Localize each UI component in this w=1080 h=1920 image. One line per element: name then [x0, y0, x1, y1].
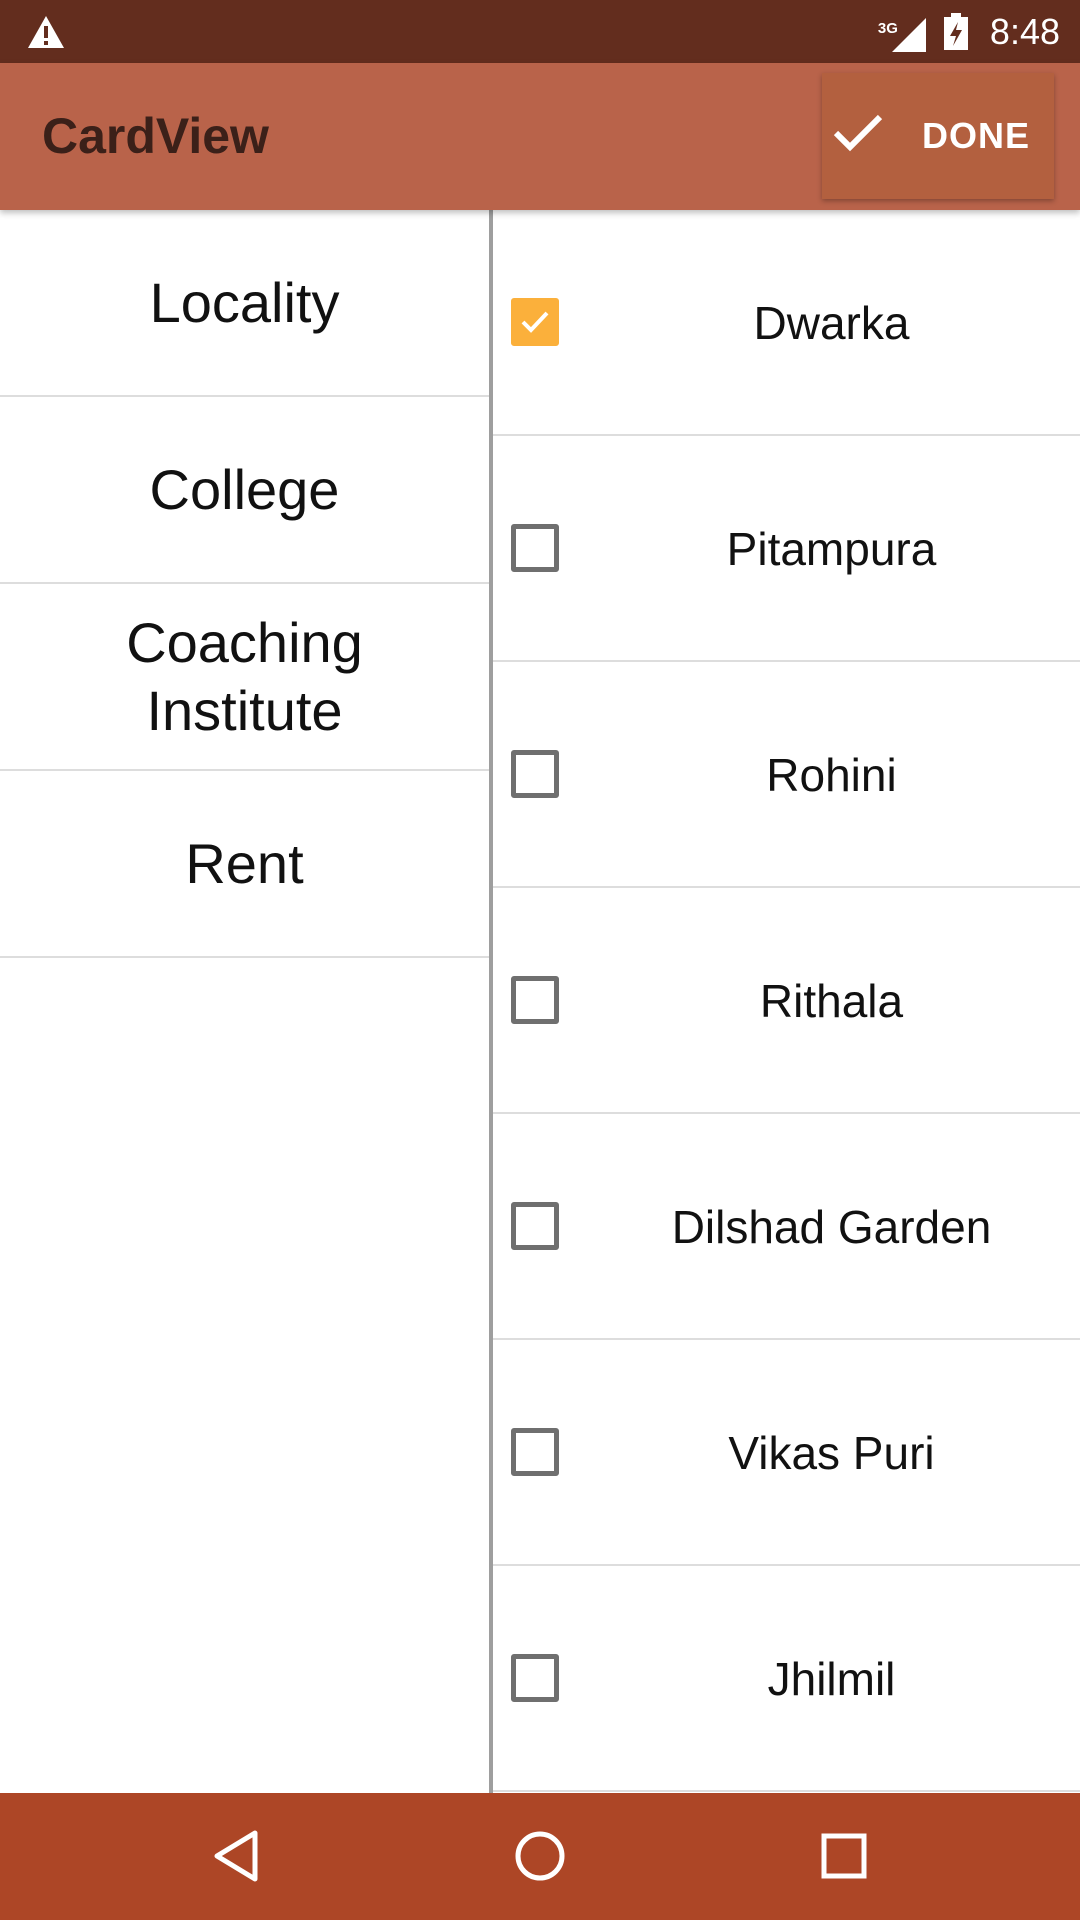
recents-icon[interactable] [811, 1823, 877, 1889]
app-bar: CardView DONE [0, 63, 1080, 210]
list-item[interactable]: Jhilmil [493, 1566, 1080, 1792]
clock: 8:48 [989, 10, 1060, 52]
done-button[interactable]: DONE [822, 73, 1054, 199]
locality-list: Dwarka Pitampura Rohini Rithala Dilshad … [493, 210, 1080, 1793]
category-item-coaching-institute[interactable]: Coaching Institute [0, 584, 489, 771]
category-label: Rent [185, 831, 304, 895]
home-icon[interactable] [507, 1823, 573, 1889]
category-item-locality[interactable]: Locality [0, 210, 489, 397]
checkbox[interactable] [511, 976, 559, 1024]
category-item-college[interactable]: College [0, 397, 489, 584]
status-bar: 3G 8:48 [0, 0, 1080, 63]
done-label: DONE [922, 115, 1031, 156]
locality-label: Dwarka [753, 297, 910, 349]
list-item[interactable]: Vikas Puri [493, 1340, 1080, 1566]
locality-label: Vikas Puri [728, 1427, 935, 1479]
list-item[interactable]: Rohini [493, 662, 1080, 888]
navigation-bar [0, 1793, 1080, 1920]
check-icon [833, 114, 883, 152]
check-icon [521, 311, 549, 333]
list-item[interactable]: Pitampura [493, 436, 1080, 662]
back-icon[interactable] [203, 1823, 269, 1889]
category-label: Coaching Institute [126, 611, 363, 742]
locality-label: Rohini [766, 749, 897, 801]
checkbox[interactable] [511, 298, 559, 346]
locality-label: Jhilmil [767, 1653, 896, 1705]
category-list: Locality College Coaching Institute Rent [0, 210, 489, 1793]
locality-label: Pitampura [726, 523, 937, 575]
list-item[interactable]: Dwarka [493, 210, 1080, 436]
battery-icon [943, 12, 968, 50]
checkbox[interactable] [511, 1428, 559, 1476]
checkbox[interactable] [511, 1202, 559, 1250]
checkbox[interactable] [511, 524, 559, 572]
signal-icon: 3G [878, 10, 928, 54]
locality-label: Dilshad Garden [671, 1201, 992, 1253]
locality-label: Rithala [759, 975, 904, 1027]
category-item-rent[interactable]: Rent [0, 771, 489, 958]
checkbox[interactable] [511, 750, 559, 798]
app-title: CardView [42, 108, 269, 164]
category-label: College [149, 457, 340, 521]
list-item[interactable]: Rithala [493, 888, 1080, 1114]
list-item[interactable]: Dilshad Garden [493, 1114, 1080, 1340]
warning-icon [28, 16, 64, 48]
checkbox[interactable] [511, 1654, 559, 1702]
category-label: Locality [149, 270, 340, 334]
